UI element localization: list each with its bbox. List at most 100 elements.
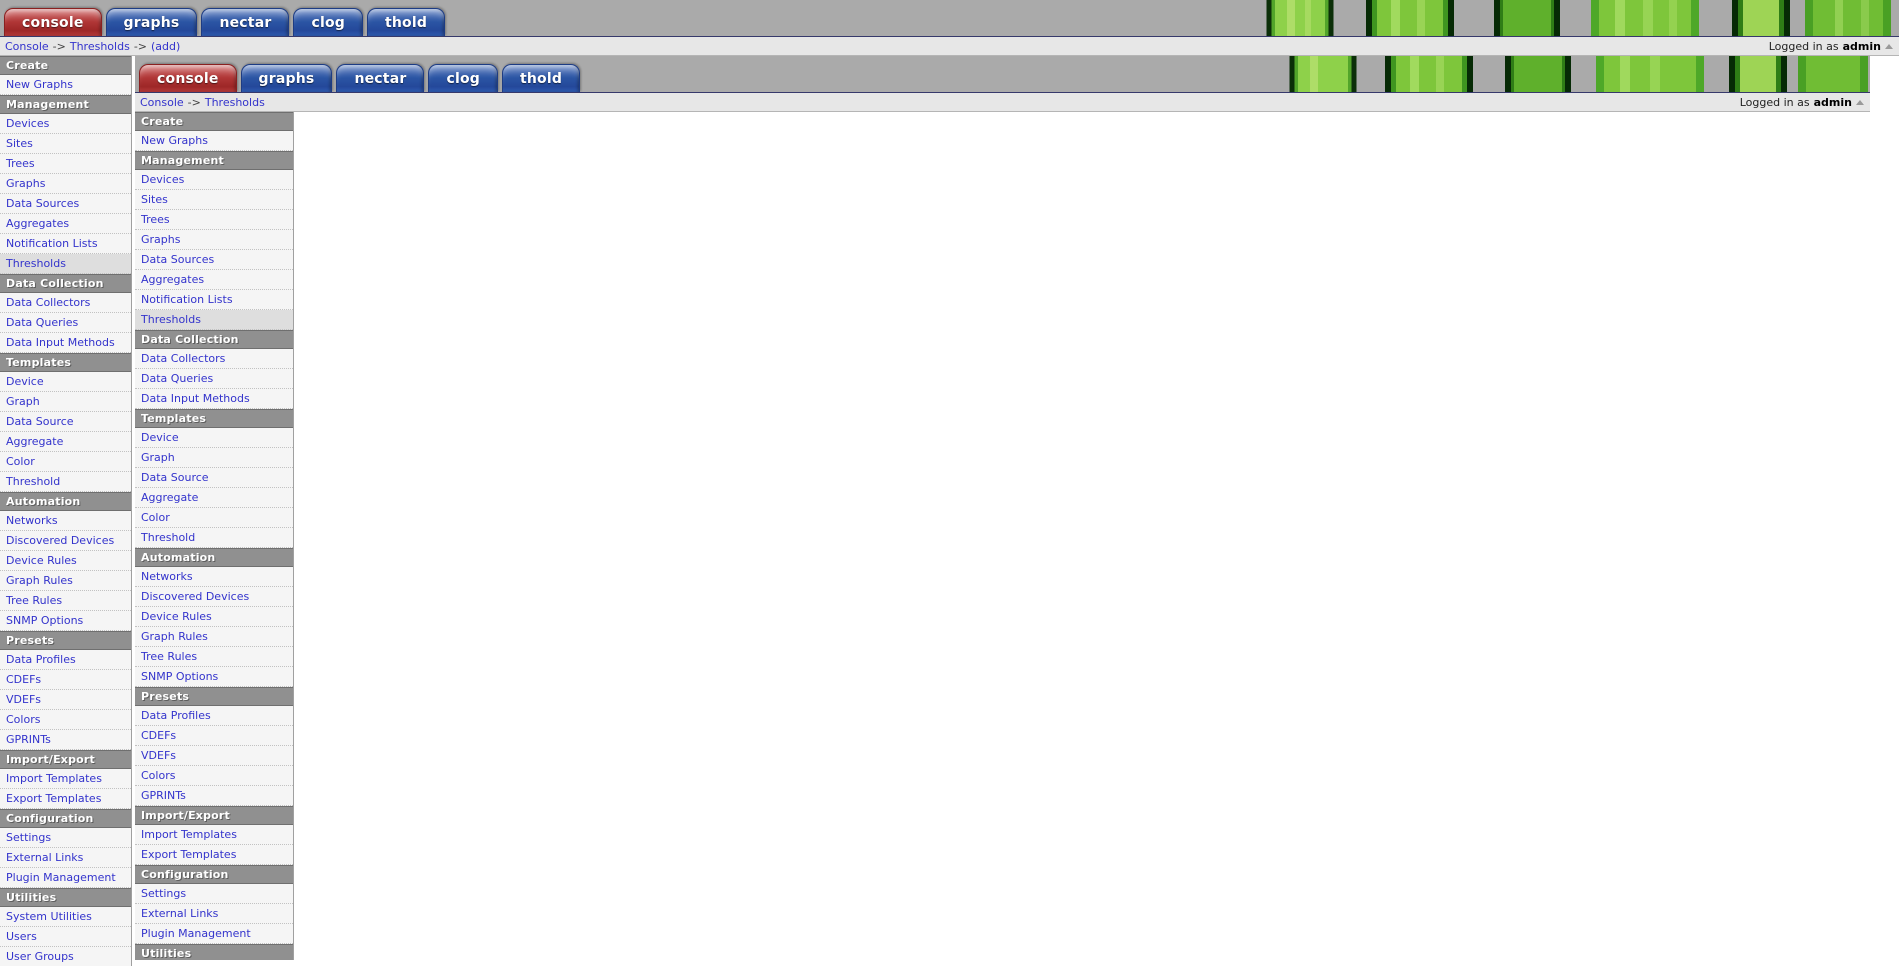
- inner-sidebar-item-graphs[interactable]: Graphs: [135, 230, 293, 250]
- sidebar-item-sites[interactable]: Sites: [0, 134, 131, 154]
- sidebar-item-trees[interactable]: Trees: [0, 154, 131, 174]
- inner-sidebar-item-devices[interactable]: Devices: [135, 170, 293, 190]
- sidebar-item-new-graphs[interactable]: New Graphs: [0, 75, 131, 95]
- inner-sidebar-item-gprints[interactable]: GPRINTs: [135, 786, 293, 806]
- outer-tab-bar[interactable]: console graphs nectar clog thold: [4, 8, 449, 36]
- sidebar-item-aggregates[interactable]: Aggregates: [0, 214, 131, 234]
- outer-body: Create New Graphs Management Devices Sit…: [0, 56, 1899, 966]
- inner-sidebar-item-graph-rules[interactable]: Graph Rules: [135, 627, 293, 647]
- inner-sidebar-item-template-color[interactable]: Color: [135, 508, 293, 528]
- inner-sidebar-item-cdefs[interactable]: CDEFs: [135, 726, 293, 746]
- sidebar-item-graphs[interactable]: Graphs: [0, 174, 131, 194]
- inner-sidebar-item-template-data-source[interactable]: Data Source: [135, 468, 293, 488]
- tab-console[interactable]: console: [4, 8, 102, 36]
- sidebar-item-vdefs[interactable]: VDEFs: [0, 690, 131, 710]
- inner-tab-thold-label: thold: [520, 70, 563, 87]
- inner-breadcrumb-bar: Console -> Thresholds Logged in as admin: [135, 93, 1870, 112]
- tab-graphs[interactable]: graphs: [105, 8, 198, 36]
- caret-up-icon[interactable]: [1856, 99, 1864, 105]
- sidebar-item-data-input-methods[interactable]: Data Input Methods: [0, 333, 131, 353]
- inner-sidebar-item-colors[interactable]: Colors: [135, 766, 293, 786]
- cacti-console-page: console graphs nectar clog thold Console…: [0, 0, 1899, 966]
- sidebar-item-tree-rules[interactable]: Tree Rules: [0, 591, 131, 611]
- sidebar-item-user-groups[interactable]: User Groups: [0, 947, 131, 966]
- inner-sidebar-item-device-rules[interactable]: Device Rules: [135, 607, 293, 627]
- sidebar-item-data-queries[interactable]: Data Queries: [0, 313, 131, 333]
- sidebar-item-data-sources[interactable]: Data Sources: [0, 194, 131, 214]
- sidebar-item-template-aggregate[interactable]: Aggregate: [0, 432, 131, 452]
- sidebar-item-data-collectors[interactable]: Data Collectors: [0, 293, 131, 313]
- tab-thold[interactable]: thold: [367, 8, 446, 36]
- inner-sidebar-item-template-threshold[interactable]: Threshold: [135, 528, 293, 548]
- cactus-banner-image: [1270, 56, 1870, 92]
- inner-sidebar-item-new-graphs[interactable]: New Graphs: [135, 131, 293, 151]
- inner-sidebar-item-import-templates[interactable]: Import Templates: [135, 825, 293, 845]
- inner-sidebar-item-snmp-options[interactable]: SNMP Options: [135, 667, 293, 687]
- sidebar-item-data-profiles[interactable]: Data Profiles: [0, 650, 131, 670]
- inner-sidebar-item-sites[interactable]: Sites: [135, 190, 293, 210]
- sidebar-item-plugin-management[interactable]: Plugin Management: [0, 868, 131, 888]
- inner-breadcrumb-item-thresholds[interactable]: Thresholds: [205, 96, 265, 109]
- inner-login-username: admin: [1813, 95, 1852, 109]
- inner-sidebar-item-notification-lists[interactable]: Notification Lists: [135, 290, 293, 310]
- inner-sidebar-item-vdefs[interactable]: VDEFs: [135, 746, 293, 766]
- sidebar-item-devices[interactable]: Devices: [0, 114, 131, 134]
- breadcrumb-item-thresholds[interactable]: Thresholds: [70, 40, 130, 53]
- sidebar-item-snmp-options[interactable]: SNMP Options: [0, 611, 131, 631]
- inner-sidebar-item-data-input-methods[interactable]: Data Input Methods: [135, 389, 293, 409]
- sidebar-item-thresholds[interactable]: Thresholds: [0, 254, 131, 274]
- inner-sidebar-item-data-profiles[interactable]: Data Profiles: [135, 706, 293, 726]
- breadcrumb: Console -> Thresholds -> (add): [5, 40, 180, 53]
- sidebar-item-device-rules[interactable]: Device Rules: [0, 551, 131, 571]
- sidebar-item-template-threshold[interactable]: Threshold: [0, 472, 131, 492]
- inner-sidebar-item-thresholds[interactable]: Thresholds: [135, 310, 293, 330]
- sidebar-item-export-templates[interactable]: Export Templates: [0, 789, 131, 809]
- sidebar-item-networks[interactable]: Networks: [0, 511, 131, 531]
- inner-sidebar-item-data-sources[interactable]: Data Sources: [135, 250, 293, 270]
- inner-content-area: [294, 112, 1870, 960]
- tab-clog[interactable]: clog: [293, 8, 363, 36]
- inner-breadcrumb-item-console[interactable]: Console: [140, 96, 184, 109]
- sidebar-item-notification-lists[interactable]: Notification Lists: [0, 234, 131, 254]
- inner-tab-graphs[interactable]: graphs: [240, 64, 333, 92]
- sidebar-item-external-links[interactable]: External Links: [0, 848, 131, 868]
- inner-sidebar-item-trees[interactable]: Trees: [135, 210, 293, 230]
- inner-sidebar-item-plugin-management[interactable]: Plugin Management: [135, 924, 293, 944]
- sidebar-item-template-color[interactable]: Color: [0, 452, 131, 472]
- inner-tab-console[interactable]: console: [139, 64, 237, 92]
- inner-sidebar-item-aggregates[interactable]: Aggregates: [135, 270, 293, 290]
- inner-sidebar-item-data-queries[interactable]: Data Queries: [135, 369, 293, 389]
- inner-sidebar-item-data-collectors[interactable]: Data Collectors: [135, 349, 293, 369]
- inner-sidebar-item-template-graph[interactable]: Graph: [135, 448, 293, 468]
- inner-sidebar-item-tree-rules[interactable]: Tree Rules: [135, 647, 293, 667]
- sidebar-item-users[interactable]: Users: [0, 927, 131, 947]
- inner-sidebar-item-settings[interactable]: Settings: [135, 884, 293, 904]
- breadcrumb-separator: ->: [52, 39, 66, 53]
- inner-sidebar-item-template-aggregate[interactable]: Aggregate: [135, 488, 293, 508]
- caret-up-icon[interactable]: [1885, 43, 1893, 49]
- inner-sidebar-item-networks[interactable]: Networks: [135, 567, 293, 587]
- sidebar-item-template-data-source[interactable]: Data Source: [0, 412, 131, 432]
- inner-tab-thold[interactable]: thold: [502, 64, 581, 92]
- breadcrumb-item-console[interactable]: Console: [5, 40, 49, 53]
- sidebar-item-template-graph[interactable]: Graph: [0, 392, 131, 412]
- menu-header-data-collection: Data Collection: [0, 274, 131, 293]
- inner-sidebar-item-template-device[interactable]: Device: [135, 428, 293, 448]
- sidebar-item-settings[interactable]: Settings: [0, 828, 131, 848]
- inner-sidebar-item-external-links[interactable]: External Links: [135, 904, 293, 924]
- sidebar-item-discovered-devices[interactable]: Discovered Devices: [0, 531, 131, 551]
- sidebar-item-colors[interactable]: Colors: [0, 710, 131, 730]
- inner-sidebar-item-export-templates[interactable]: Export Templates: [135, 845, 293, 865]
- sidebar-item-gprints[interactable]: GPRINTs: [0, 730, 131, 750]
- inner-sidebar-item-discovered-devices[interactable]: Discovered Devices: [135, 587, 293, 607]
- sidebar-item-template-device[interactable]: Device: [0, 372, 131, 392]
- inner-tab-nectar[interactable]: nectar: [336, 64, 425, 92]
- inner-tab-clog[interactable]: clog: [428, 64, 498, 92]
- sidebar-item-import-templates[interactable]: Import Templates: [0, 769, 131, 789]
- inner-tab-bar[interactable]: console graphs nectar clog thold: [139, 64, 584, 92]
- sidebar-item-system-utilities[interactable]: System Utilities: [0, 907, 131, 927]
- breadcrumb-separator: ->: [133, 39, 147, 53]
- sidebar-item-cdefs[interactable]: CDEFs: [0, 670, 131, 690]
- tab-nectar[interactable]: nectar: [201, 8, 290, 36]
- sidebar-item-graph-rules[interactable]: Graph Rules: [0, 571, 131, 591]
